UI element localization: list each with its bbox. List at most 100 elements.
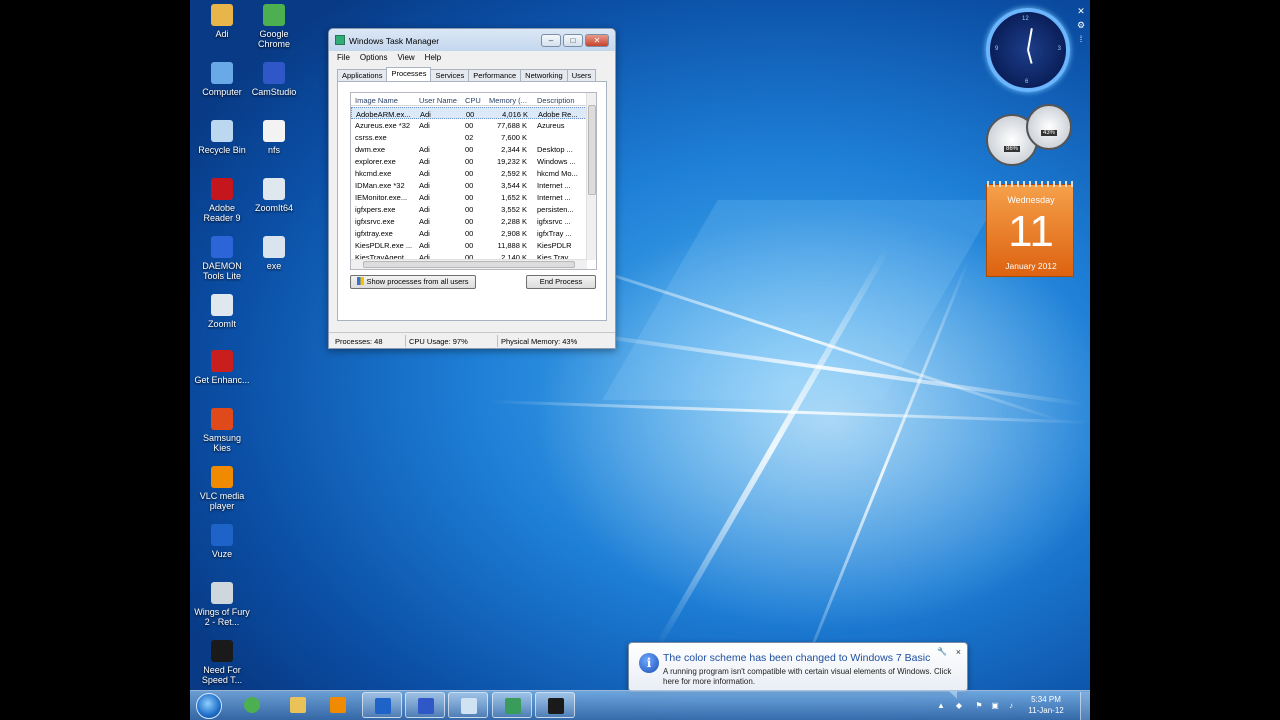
close-button[interactable]: ✕ (585, 34, 609, 47)
table-row[interactable]: IDMan.exe *32 Adi 00 3,544 K Internet ... (351, 179, 587, 191)
network-status-icon[interactable]: ◆ (954, 701, 964, 711)
desktop-icon[interactable]: Vuze (194, 524, 250, 559)
column-image-name[interactable]: Image Name (355, 96, 398, 105)
monitor-icon[interactable]: ▣ (990, 701, 1000, 711)
desktop-icon[interactable]: DAEMON Tools Lite (194, 236, 250, 281)
start-button[interactable] (196, 693, 222, 719)
desktop-icon[interactable]: Computer (194, 62, 250, 97)
tab-users[interactable]: Users (566, 69, 597, 81)
app-icon (211, 408, 233, 430)
desktop-icon[interactable]: nfs (246, 120, 302, 155)
close-icon[interactable]: × (956, 647, 961, 657)
desktop-icon[interactable]: CamStudio (246, 62, 302, 97)
taskbar-need-for-speed-button[interactable] (535, 692, 575, 718)
table-row[interactable]: IEMonitor.exe... Adi 00 1,652 K Internet ... (351, 191, 587, 203)
tab-networking[interactable]: Networking (520, 69, 568, 81)
column-memory[interactable]: Memory (... (489, 96, 527, 105)
table-row[interactable]: hkcmd.exe Adi 00 2,592 Khkcmd Mo... (351, 167, 587, 179)
table-row[interactable]: Azureus.exe *32 Adi 00 77,688 K Azureus (351, 119, 587, 131)
table-cell: 3,544 K (501, 181, 527, 190)
taskbar-document-button[interactable] (448, 692, 488, 718)
menu-options[interactable]: Options (360, 53, 388, 62)
desktop-icon[interactable]: Wings of Fury 2 - Ret... (194, 582, 250, 627)
column-cpu[interactable]: CPU (465, 96, 481, 105)
notification-body[interactable]: A running program isn't compatible with … (663, 667, 953, 687)
tab-performance[interactable]: Performance (468, 69, 522, 81)
column-user-name[interactable]: User Name (419, 96, 457, 105)
vertical-scrollbar[interactable] (586, 93, 596, 260)
options-icon[interactable]: 🔧 (937, 647, 947, 656)
tab-services[interactable]: Services (430, 69, 470, 81)
table-row[interactable]: igfxpers.exe Adi 00 3,552 Kpersisten... (351, 203, 587, 215)
end-process-button[interactable]: End Process (526, 275, 596, 289)
tab-processes[interactable]: Processes (386, 67, 432, 81)
menu-file[interactable]: File (337, 53, 350, 62)
show-all-processes-button[interactable]: Show processes from all users (350, 275, 476, 289)
taskbar-task-manager-button[interactable] (492, 692, 532, 718)
desktop-icon-label: Adi (215, 29, 229, 39)
table-cell: Azureus.exe *32 (355, 121, 411, 130)
gadget-options-icon[interactable]: ⚙ (1076, 20, 1086, 30)
table-cell: Adi (419, 157, 430, 166)
show-desktop-button[interactable] (1080, 692, 1090, 720)
tray-chevron-icon[interactable]: ▲ (936, 701, 946, 711)
cpu-meter-value: 86% (1004, 146, 1021, 152)
table-cell: 77,688 K (496, 121, 527, 130)
menu-help[interactable]: Help (425, 53, 441, 62)
title-bar[interactable]: Windows Task Manager – □ ✕ (329, 29, 615, 51)
status-divider (405, 335, 406, 347)
taskbar-camstudio-button[interactable] (405, 692, 445, 718)
tab-applications[interactable]: Applications (337, 69, 388, 81)
desktop-icon[interactable]: Adi (194, 4, 250, 39)
taskbar-chrome-button[interactable] (232, 692, 272, 718)
table-cell: 11,888 K (497, 241, 527, 250)
scroll-thumb[interactable] (588, 105, 596, 195)
desktop-icon[interactable]: Samsung Kies (194, 408, 250, 453)
app-icon (211, 4, 233, 26)
desktop-icon[interactable]: ZoomIt64 (246, 178, 302, 213)
scroll-thumb[interactable] (363, 261, 575, 268)
table-row[interactable]: AdobeARM.ex... Adi 00 4,016 K Adobe Re... (351, 107, 587, 119)
minimize-button[interactable]: – (541, 34, 561, 47)
task-manager-window[interactable]: Windows Task Manager – □ ✕ File Options … (328, 28, 616, 349)
app-icon (211, 466, 233, 488)
table-row[interactable]: igfxtray.exe Adi 00 2,908 KigfxTray ... (351, 227, 587, 239)
process-list[interactable]: Image Name User Name CPU Memory (... Des… (350, 92, 597, 270)
table-row[interactable]: explorer.exe Adi 00 19,232 K Windows ... (351, 155, 587, 167)
desktop-icon[interactable]: Recycle Bin (194, 120, 250, 155)
table-cell: Adi (419, 193, 430, 202)
app-icon (211, 582, 233, 604)
table-cell: 1,652 K (501, 193, 527, 202)
table-cell: Desktop ... (537, 145, 573, 154)
taskbar-vuze-button[interactable] (362, 692, 402, 718)
table-row[interactable]: csrss.exe 02 7,600 K (351, 131, 587, 143)
desktop-icon[interactable]: Get Enhanc... (194, 350, 250, 385)
horizontal-scrollbar[interactable] (351, 259, 587, 269)
gadget-close-icon[interactable]: ✕ (1076, 6, 1086, 16)
clock-gadget[interactable]: 12 3 6 9 (986, 8, 1070, 92)
desktop-icon[interactable]: Google Chrome (246, 4, 302, 49)
taskbar-explorer-button[interactable] (278, 692, 318, 718)
column-description[interactable]: Description (537, 96, 575, 105)
status-memory: Physical Memory: 43% (501, 337, 578, 346)
table-row[interactable]: igfxsrvc.exe Adi 00 2,288 Kigfxsrvc ... (351, 215, 587, 227)
desktop-icon[interactable]: VLC media player (194, 466, 250, 511)
menu-bar: File Options View Help (329, 51, 615, 64)
table-row[interactable]: KiesPDLR.exe ... Adi 00 11,888 K KiesPDLR (351, 239, 587, 251)
calendar-gadget[interactable]: Wednesday 11 January 2012 (986, 181, 1075, 277)
tray-clock[interactable]: 5:34 PM 11-Jan-12 (1016, 694, 1076, 716)
maximize-button[interactable]: □ (563, 34, 583, 47)
memory-meter-gadget[interactable]: 43% (1026, 104, 1072, 150)
table-row[interactable]: dwm.exe Adi 00 2,344 K Desktop ... (351, 143, 587, 155)
desktop-icon[interactable]: ZoomIt (194, 294, 250, 329)
flag-icon[interactable]: ⚑ (974, 701, 984, 711)
desktop-icon[interactable]: Need For Speed T... (194, 640, 250, 685)
volume-icon[interactable]: ♪ (1006, 701, 1016, 711)
notification-balloon[interactable]: i The color scheme has been changed to W… (628, 642, 968, 699)
gadget-drag-icon[interactable]: ⁞ (1076, 34, 1086, 44)
desktop-icon[interactable]: Adobe Reader 9 (194, 178, 250, 223)
table-cell: 4,016 K (502, 110, 528, 119)
desktop-icon[interactable]: exe (246, 236, 302, 271)
menu-view[interactable]: View (397, 53, 414, 62)
taskbar-media-player-button[interactable] (318, 692, 358, 718)
